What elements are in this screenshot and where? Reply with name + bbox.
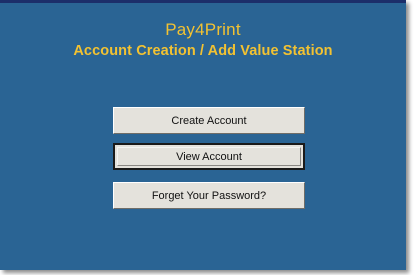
view-account-button[interactable]: View Account <box>113 143 305 170</box>
station-subtitle: Account Creation / Add Value Station <box>73 43 333 59</box>
kiosk-window: Pay4Print Account Creation / Add Value S… <box>0 0 406 270</box>
forgot-password-label: Forget Your Password? <box>151 189 267 202</box>
create-account-button[interactable]: Create Account <box>113 107 305 134</box>
app-title: Pay4Print <box>165 20 241 39</box>
forgot-password-button[interactable]: Forget Your Password? <box>113 182 305 209</box>
view-account-label: View Account <box>176 150 242 163</box>
create-account-label: Create Account <box>171 114 247 127</box>
